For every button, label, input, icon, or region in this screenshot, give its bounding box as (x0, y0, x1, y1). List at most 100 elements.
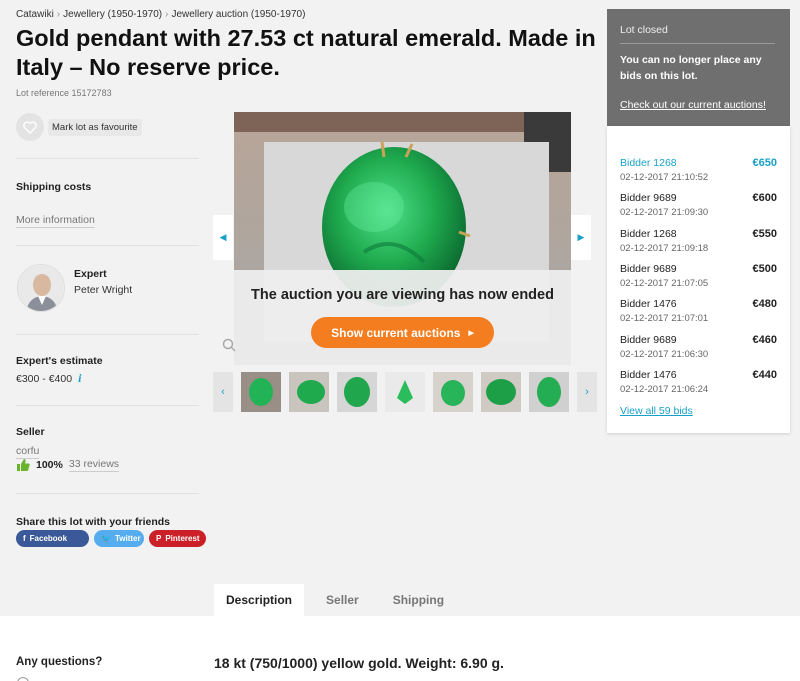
bid-time: 02-12-2017 21:09:30 (620, 207, 709, 218)
bid-row: Bidder 1268 02-12-2017 21:10:52 €650 (620, 157, 777, 192)
divider (16, 158, 199, 159)
divider (16, 334, 199, 335)
zoom-icon[interactable] (222, 338, 236, 357)
pinterest-share-button[interactable]: P Pinterest (149, 530, 206, 547)
share-buttons: f Facebook 🐦 Twitter P Pinterest (16, 530, 206, 547)
bidder-name: Bidder 9689 (620, 334, 677, 346)
tab-shipping[interactable]: Shipping (381, 584, 456, 616)
bid-amount: €650 (752, 157, 777, 169)
info-icon[interactable]: i (78, 371, 81, 386)
questions-heading: Any questions? (16, 656, 103, 668)
lot-closed-message: You can no longer place any bids on this… (620, 54, 762, 82)
bid-amount: €460 (752, 334, 777, 346)
show-current-auctions-label: Show current auctions (331, 325, 461, 340)
tab-description[interactable]: Description (214, 584, 305, 616)
lot-tabs: Description Seller Shipping (214, 584, 466, 616)
bid-history-panel: Bidder 1268 02-12-2017 21:10:52 €650 Bid… (607, 126, 790, 433)
thumbnail[interactable] (241, 372, 281, 412)
lot-closed-title: Lot closed (620, 24, 668, 36)
bid-row: Bidder 1476 02-12-2017 21:07:01 €480 (620, 298, 777, 333)
facebook-icon: f (23, 534, 26, 543)
twitter-label: Twitter (114, 534, 141, 543)
facebook-share-button[interactable]: f Facebook (16, 530, 89, 547)
bid-amount: €440 (752, 369, 777, 381)
show-current-auctions-button[interactable]: Show current auctions ▶ (311, 317, 494, 348)
bidder-name: Bidder 1476 (620, 369, 677, 381)
thumbnail[interactable] (481, 372, 521, 412)
reviews-link[interactable]: 33 reviews (68, 458, 120, 472)
thumbnail[interactable] (289, 372, 329, 412)
bid-time: 02-12-2017 21:10:52 (620, 172, 709, 183)
bid-time: 02-12-2017 21:07:01 (620, 313, 709, 324)
seller-name-link[interactable]: corfu (16, 445, 40, 459)
twitter-icon: 🐦 (101, 534, 111, 543)
favourite-button[interactable]: Mark lot as favourite (16, 113, 142, 141)
bid-row: Bidder 9689 02-12-2017 21:09:30 €600 (620, 192, 777, 227)
seller-heading: Seller (16, 426, 45, 438)
bid-row: Bidder 1268 02-12-2017 21:09:18 €550 (620, 228, 777, 263)
seller-rating: 100% 33 reviews (16, 458, 120, 472)
lot-reference: Lot reference 15172783 (16, 88, 112, 98)
bid-amount: €500 (752, 263, 777, 275)
rating-percent: 100% (36, 459, 63, 471)
thumbnail[interactable] (529, 372, 569, 412)
bidder-name: Bidder 9689 (620, 263, 677, 275)
bid-time: 02-12-2017 21:06:30 (620, 349, 709, 360)
pinterest-label: Pinterest (165, 534, 200, 543)
auction-ended-message: The auction you are viewing has now ende… (251, 287, 554, 303)
share-heading: Share this lot with your friends (16, 516, 171, 528)
thumbnail-strip: ‹ › (213, 372, 597, 412)
bid-time: 02-12-2017 21:06:24 (620, 384, 709, 395)
estimate-value-row: €300 - €400 i (16, 371, 81, 386)
thumbnails-next-button[interactable]: › (577, 372, 597, 412)
thumbnail[interactable] (433, 372, 473, 412)
thumbnails-prev-button[interactable]: ‹ (213, 372, 233, 412)
bid-row: Bidder 1476 02-12-2017 21:06:24 €440 (620, 369, 777, 404)
bidder-name: Bidder 9689 (620, 192, 677, 204)
bid-amount: €480 (752, 298, 777, 310)
bid-amount: €550 (752, 228, 777, 240)
facebook-label: Facebook (29, 534, 68, 543)
divider (16, 245, 199, 246)
bid-amount: €600 (752, 192, 777, 204)
breadcrumb: Catawiki › Jewellery (1950-1970) › Jewellery… (16, 9, 306, 20)
image-next-button[interactable]: ▶ (571, 215, 591, 260)
play-icon: ▶ (468, 329, 474, 337)
breadcrumb-link-catawiki[interactable]: Catawiki (16, 9, 54, 20)
divider (16, 493, 199, 494)
thumbs-up-icon (17, 459, 30, 471)
page-title: Gold pendant with 27.53 ct natural emera… (16, 25, 596, 80)
thumbnail[interactable] (385, 372, 425, 412)
expert-avatar (17, 264, 65, 312)
shipping-heading: Shipping costs (16, 181, 92, 193)
bidder-name: Bidder 1268 (620, 228, 677, 240)
expert-name: Peter Wright (74, 284, 133, 296)
current-auctions-link[interactable]: Check out our current auctions! (620, 99, 766, 111)
lot-closed-panel: Lot closed You can no longer place any b… (607, 9, 790, 126)
twitter-share-button[interactable]: 🐦 Twitter (94, 530, 144, 547)
bid-time: 02-12-2017 21:07:05 (620, 278, 709, 289)
bid-row: Bidder 9689 02-12-2017 21:07:05 €500 (620, 263, 777, 298)
description-text: 18 kt (750/1000) yellow gold. Weight: 6.… (214, 655, 504, 671)
tab-seller[interactable]: Seller (314, 584, 371, 616)
lot-main-image[interactable]: The auction you are viewing has now ende… (234, 112, 571, 365)
shipping-more-info-link[interactable]: More information (16, 214, 95, 228)
estimate-heading: Expert's estimate (16, 355, 103, 367)
thumbnail[interactable] (337, 372, 377, 412)
expert-heading: Expert (74, 268, 107, 280)
image-prev-button[interactable]: ◀ (213, 215, 233, 260)
bid-row: Bidder 9689 02-12-2017 21:06:30 €460 (620, 334, 777, 369)
breadcrumb-link-auction[interactable]: Jewellery auction (1950-1970) (171, 9, 305, 20)
bid-time: 02-12-2017 21:09:18 (620, 243, 709, 254)
divider (16, 405, 199, 406)
bidder-name: Bidder 1476 (620, 298, 677, 310)
estimate-value: €300 - €400 (16, 372, 73, 385)
bidder-name: Bidder 1268 (620, 157, 677, 169)
heart-icon[interactable] (16, 113, 44, 141)
breadcrumb-link-category[interactable]: Jewellery (1950-1970) (63, 9, 162, 20)
favourite-label[interactable]: Mark lot as favourite (48, 118, 142, 136)
view-all-bids-link[interactable]: View all 59 bids (620, 405, 693, 417)
pinterest-icon: P (156, 534, 162, 543)
description-section (0, 616, 800, 681)
divider (620, 43, 775, 44)
